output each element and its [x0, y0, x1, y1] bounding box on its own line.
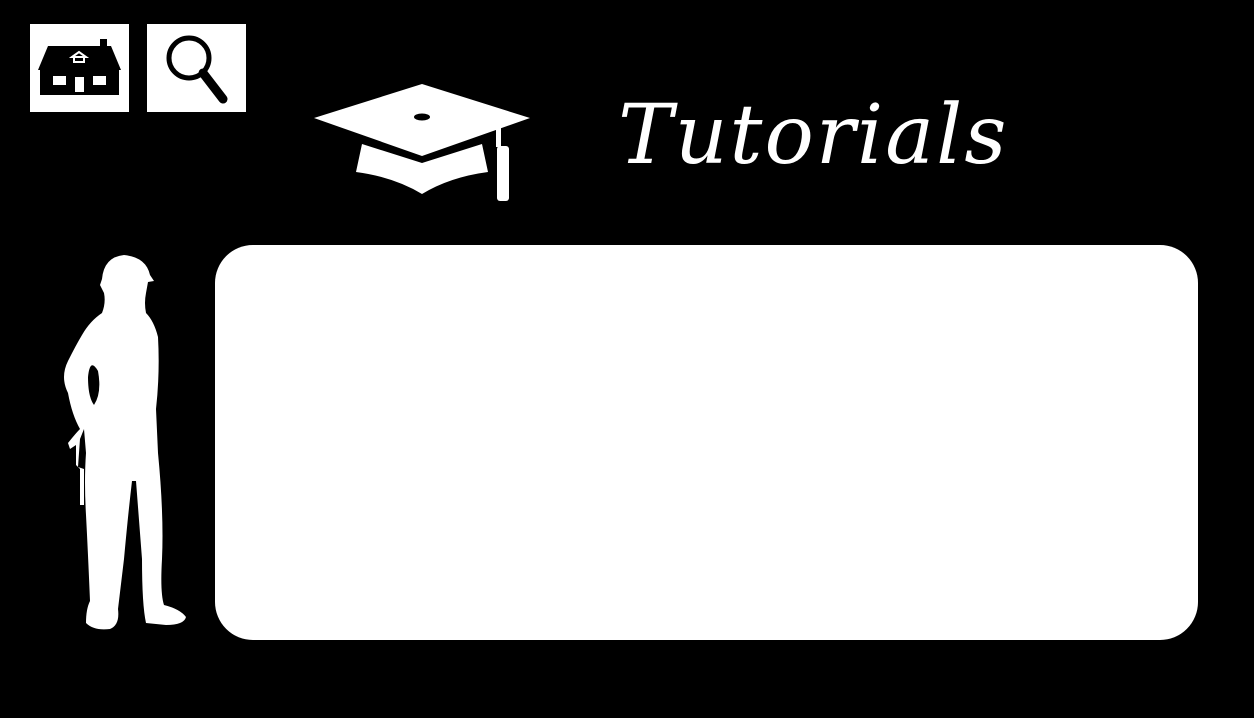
magnifier-icon — [166, 35, 228, 104]
home-button[interactable] — [30, 24, 129, 112]
search-button[interactable] — [147, 24, 246, 112]
house-icon — [38, 39, 121, 95]
content-panel — [215, 245, 1198, 640]
graduation-cap-icon — [314, 84, 530, 201]
construction-worker-silhouette — [64, 255, 186, 630]
page-title: Tutorials — [618, 88, 1009, 183]
